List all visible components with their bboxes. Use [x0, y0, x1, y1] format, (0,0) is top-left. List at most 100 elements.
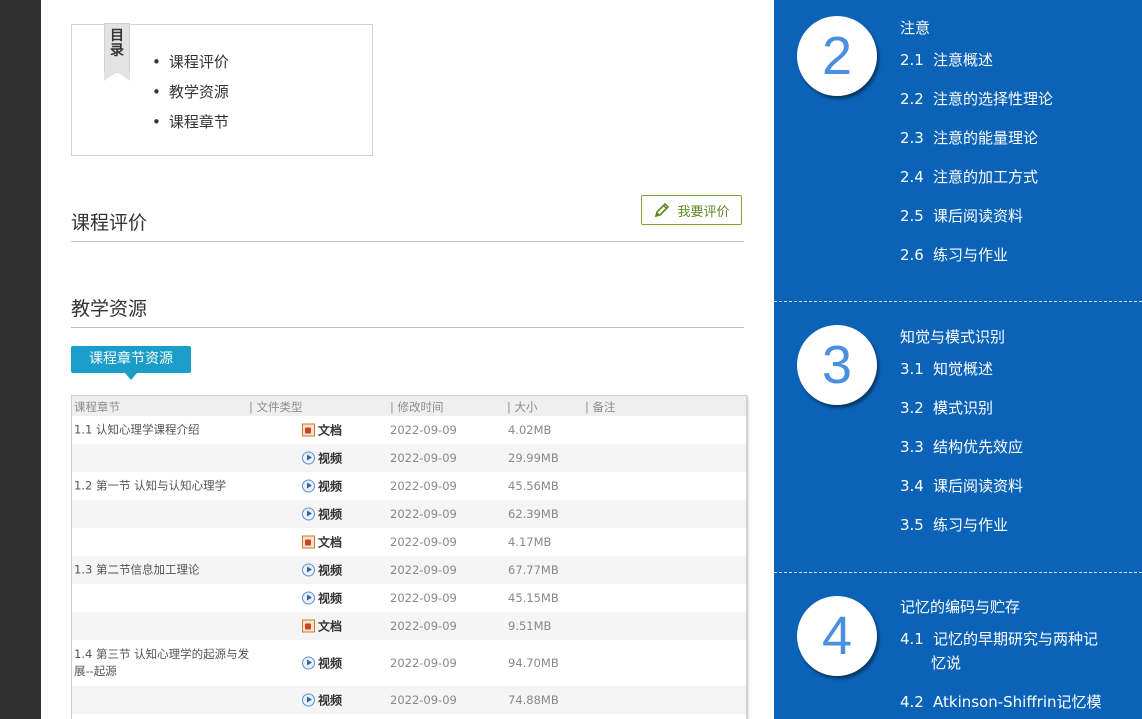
chapter-item[interactable]: 2.2 注意的选择性理论 [900, 87, 1115, 111]
table-row: 视频 2022-09-09 74.88MB [72, 686, 746, 714]
file-type-link[interactable]: 视频 [302, 450, 342, 467]
header-type: | 文件类型 [249, 400, 303, 414]
video-play-icon [302, 591, 315, 605]
chapter-cell: 1.4 第三节 认知心理学的起源与发展--起源 [74, 647, 250, 678]
chapter-item[interactable]: 2.1 注意概述 [900, 48, 1115, 72]
chapter-item[interactable]: 2.3 注意的能量理论 [900, 126, 1115, 150]
file-type-link[interactable]: 视频 [302, 692, 342, 709]
chapter-item[interactable]: 3.3 结构优先效应 [900, 435, 1115, 459]
evaluation-title: 课程评价 [71, 212, 148, 234]
video-play-icon [302, 507, 315, 521]
chapter-item[interactable]: 2.5 课后阅读资料 [900, 204, 1115, 228]
file-type-link[interactable]: 视频 [302, 562, 342, 579]
file-type-label: 视频 [318, 479, 343, 494]
file-size-cell: 9.51MB [508, 619, 552, 633]
toc-ribbon: 目录 [104, 23, 130, 81]
file-size-cell: 94.70MB [508, 656, 559, 670]
chapter-item[interactable]: 3.1 知觉概述 [900, 357, 1115, 381]
table-row: 1.1 认知心理学课程介绍 文档 2022-09-09 4.02MB [72, 416, 746, 444]
file-size-cell: 29.99MB [508, 451, 559, 465]
chapter-item[interactable]: 3.5 练习与作业 [900, 513, 1115, 537]
file-type-link[interactable]: 文档 [302, 422, 342, 439]
header-modified: | 修改时间 [390, 400, 444, 414]
chapter-item[interactable]: 4.2 Atkinson-Shiffrin记忆模 [900, 690, 1115, 714]
file-type-label: 视频 [318, 693, 343, 708]
video-play-icon [302, 693, 315, 707]
chapter-cell: 1.3 第二节信息加工理论 [74, 562, 200, 577]
resources-divider [71, 327, 744, 328]
file-type-label: 文档 [318, 619, 343, 634]
toc-item-resources[interactable]: 教学资源 [152, 77, 229, 107]
table-row: 视频 2022-09-09 45.15MB [72, 584, 746, 612]
file-type-link[interactable]: 视频 [302, 655, 342, 672]
table-row: 视频 2022-09-09 29.99MB [72, 444, 746, 472]
file-type-link[interactable]: 视频 [302, 590, 342, 607]
pencil-icon [655, 202, 670, 218]
chapter-title[interactable]: 记忆的编码与贮存 [900, 596, 1020, 617]
file-type-link[interactable]: 视频 [302, 506, 342, 523]
document-icon [302, 423, 315, 437]
chapter-item[interactable]: 3.4 课后阅读资料 [900, 474, 1115, 498]
modified-date-cell: 2022-09-09 [390, 563, 457, 577]
chapter-cell: 1.2 第一节 认知与认知心理学 [74, 478, 227, 493]
resource-table: 课程章节 | 文件类型 | 修改时间 | 大小 | 备注 1.1 认知心理学课程… [71, 395, 747, 719]
chapter-cell: 1.1 认知心理学课程介绍 [74, 422, 200, 437]
file-type-label: 视频 [318, 507, 343, 522]
file-type-label: 视频 [318, 451, 343, 466]
chapter-number-badge: 3 [797, 325, 877, 405]
modified-date-cell: 2022-09-09 [390, 693, 457, 707]
chapter-divider [774, 301, 1142, 302]
document-icon [302, 535, 315, 549]
modified-date-cell: 2022-09-09 [390, 479, 457, 493]
modified-date-cell: 2022-09-09 [390, 451, 457, 465]
toc-item-evaluation[interactable]: 课程评价 [152, 47, 229, 77]
file-type-link[interactable]: 文档 [302, 534, 342, 551]
file-type-label: 视频 [318, 563, 343, 578]
resources-title: 教学资源 [71, 298, 148, 320]
evaluation-divider [71, 241, 744, 242]
file-type-label: 文档 [318, 535, 343, 550]
chapter-item[interactable]: 2.6 练习与作业 [900, 243, 1115, 267]
main-content: 目录 课程评价 教学资源 课程章节 课程评价 我要评价 教学资源 课程章节资源 … [41, 0, 774, 719]
file-size-cell: 45.15MB [508, 591, 559, 605]
file-type-label: 视频 [318, 656, 343, 671]
file-size-cell: 74.88MB [508, 693, 559, 707]
tab-chapter-resources[interactable]: 课程章节资源 [71, 346, 191, 380]
table-body: 1.1 认知心理学课程介绍 文档 2022-09-09 4.02MB 视频 2022-09… [72, 416, 746, 714]
table-row: 1.2 第一节 认知与认知心理学 视频 2022-09-09 45.56MB [72, 472, 746, 500]
file-size-cell: 67.77MB [508, 563, 559, 577]
write-review-label: 我要评价 [677, 204, 730, 220]
file-size-cell: 4.17MB [508, 535, 552, 549]
left-dark-strip [0, 0, 41, 719]
modified-date-cell: 2022-09-09 [390, 591, 457, 605]
file-type-link[interactable]: 文档 [302, 618, 342, 635]
table-row: 文档 2022-09-09 9.51MB [72, 612, 746, 640]
header-size: | 大小 [507, 400, 538, 414]
chapter-item[interactable]: 2.4 注意的加工方式 [900, 165, 1115, 189]
table-row: 视频 2022-09-09 62.39MB [72, 500, 746, 528]
file-type-link[interactable]: 视频 [302, 478, 342, 495]
chapter-number-badge: 2 [797, 16, 877, 96]
chapter-title[interactable]: 注意 [900, 17, 930, 38]
table-of-contents: 目录 课程评价 教学资源 课程章节 [71, 23, 373, 156]
write-review-button[interactable]: 我要评价 [641, 195, 742, 225]
chapter-item[interactable]: 4.1 记忆的早期研究与两种记 忆说 [900, 627, 1115, 675]
file-size-cell: 45.56MB [508, 479, 559, 493]
file-type-label: 文档 [318, 423, 343, 438]
chapter-title[interactable]: 知觉与模式识别 [900, 326, 1005, 347]
toc-list: 课程评价 教学资源 课程章节 [152, 47, 229, 137]
chapter-number-badge: 4 [797, 596, 877, 676]
video-play-icon [302, 479, 315, 493]
video-play-icon [302, 563, 315, 577]
chapter-item[interactable]: 3.2 模式识别 [900, 396, 1115, 420]
video-play-icon [302, 656, 315, 670]
chapter-sidebar: 2 注意 2.1 注意概述 2.2 注意的选择性理论 2.3 注意的能量理论 2.4 注… [774, 0, 1142, 719]
table-header: 课程章节 | 文件类型 | 修改时间 | 大小 | 备注 [72, 396, 746, 416]
modified-date-cell: 2022-09-09 [390, 507, 457, 521]
table-row: 1.3 第二节信息加工理论 视频 2022-09-09 67.77MB [72, 556, 746, 584]
table-row: 1.4 第三节 认知心理学的起源与发展--起源 视频 2022-09-09 94.70… [72, 640, 746, 686]
chapter-divider [774, 572, 1142, 573]
table-row: 文档 2022-09-09 4.17MB [72, 528, 746, 556]
toc-item-chapters[interactable]: 课程章节 [152, 107, 229, 137]
modified-date-cell: 2022-09-09 [390, 619, 457, 633]
